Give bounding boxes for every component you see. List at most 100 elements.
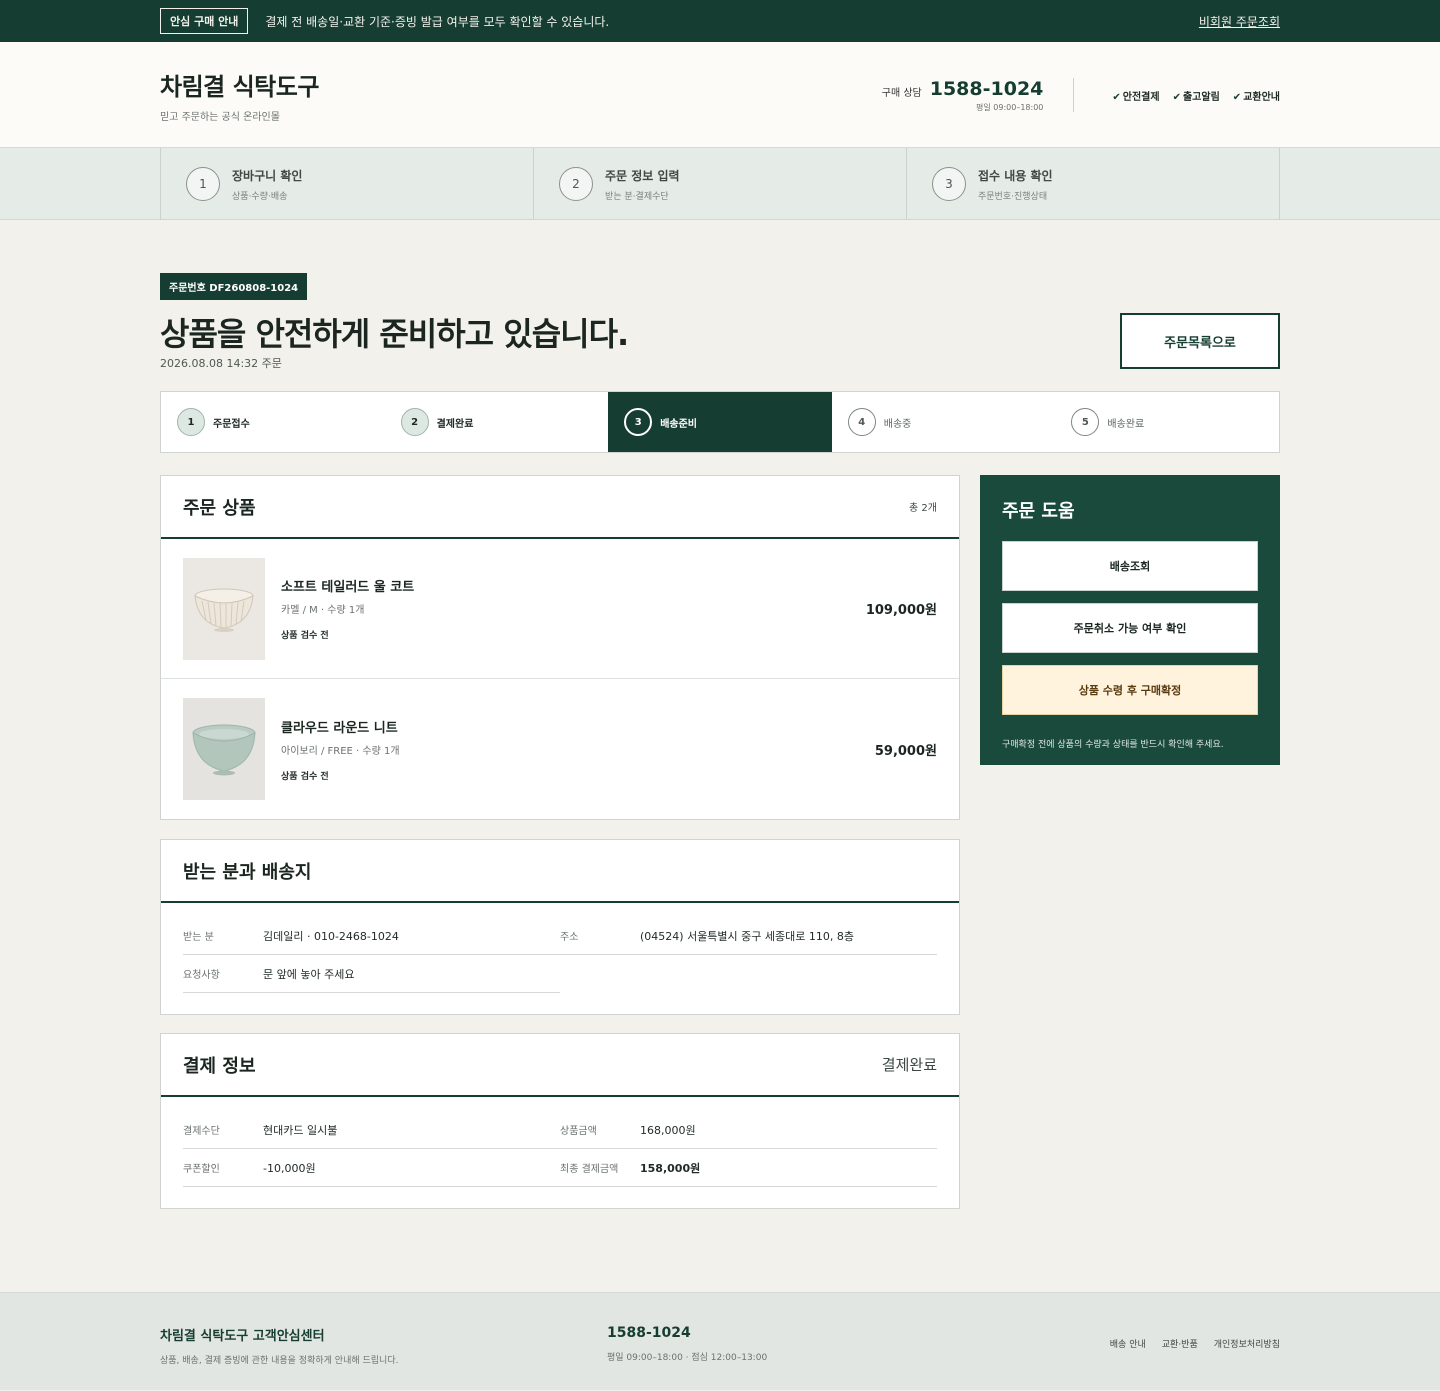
- order-number-badge: 주문번호 DF260808-1024: [160, 273, 308, 300]
- card-title: 주문 상품: [183, 497, 256, 519]
- final-amount-row: 최종 결제금액 158,000원: [560, 1149, 937, 1187]
- step-title: 장바구니 확인: [232, 168, 303, 183]
- progress-step-preparing: 3 배송준비: [608, 392, 832, 452]
- progress-step-number: 4: [847, 408, 876, 436]
- shipping-info-card: 받는 분과 배송지 받는 분 김데일리 · 010-2468-1024 주소 (…: [160, 839, 960, 1015]
- order-list-button[interactable]: 주문목록으로: [1120, 313, 1280, 369]
- site-footer: 차림결 식탁도구 고객안심센터 상품, 배송, 결제 증빙에 관한 내용을 정확…: [0, 1292, 1440, 1390]
- recipient-row: 받는 분 김데일리 · 010-2468-1024: [183, 917, 560, 955]
- product-status: 상품 검수 전: [281, 771, 329, 782]
- card-title: 결제 정보: [183, 1055, 256, 1077]
- help-title: 주문 도움: [1002, 501, 1075, 522]
- product-count: 총 2개: [909, 503, 937, 514]
- contact-label: 구매 상담: [881, 87, 922, 99]
- address-value: (04524) 서울특별시 중구 세종대로 110, 8층: [640, 929, 854, 943]
- track-delivery-button[interactable]: 배송조회: [1002, 541, 1258, 591]
- check-icon: ✔: [1232, 91, 1242, 103]
- checkout-step-confirm: 3 접수 내용 확인 주문번호·진행상태: [907, 148, 1280, 220]
- product-price: 59,000원: [874, 743, 937, 759]
- card-title: 받는 분과 배송지: [183, 861, 312, 883]
- step-subtitle: 받는 분·결제수단: [605, 191, 669, 202]
- progress-step-number: 5: [1071, 408, 1100, 436]
- cancel-eligibility-button[interactable]: 주문취소 가능 여부 확인: [1002, 603, 1258, 653]
- request-value: 문 앞에 놓아 주세요: [263, 967, 355, 981]
- product-image[interactable]: [183, 557, 265, 660]
- payment-method-value: 현대카드 일시불: [263, 1123, 338, 1137]
- order-date: 2026.08.08 14:32 주문: [160, 357, 282, 370]
- checkout-step-cart: 1 장바구니 확인 상품·수량·배송: [161, 148, 534, 220]
- checkout-step-info: 2 주문 정보 입력 받는 분·결제수단: [534, 148, 907, 220]
- product-option: 아이보리 / FREE · 수량 1개: [281, 745, 400, 757]
- step-number: 2: [559, 167, 593, 201]
- contact-hours: 평일 09:00–18:00: [976, 102, 1044, 112]
- order-products-card: 주문 상품 총 2개 소프트 테일러드 울 코트 카멜 / M · 수량 1개 …: [160, 475, 960, 820]
- confirm-purchase-button[interactable]: 상품 수령 후 구매확정: [1002, 665, 1258, 715]
- site-header: 차림결 식탁도구 믿고 주문하는 공식 온라인몰 구매 상담 1588-1024…: [0, 42, 1440, 148]
- notice-text: 결제 전 배송일·교환 기준·증빙 발급 여부를 모두 확인할 수 있습니다.: [265, 14, 610, 29]
- main-content: 주문번호 DF260808-1024 상품을 안전하게 준비하고 있습니다. 2…: [160, 220, 1280, 1290]
- trust-check-item: ✔ 출고알림: [1172, 91, 1220, 103]
- step-number: 1: [186, 167, 220, 201]
- progress-step-paid: 2 결제완료: [385, 392, 609, 452]
- footer-link-returns[interactable]: 교환·반품: [1162, 1337, 1198, 1350]
- progress-step-number: 2: [400, 408, 429, 436]
- checkout-steps: 1 장바구니 확인 상품·수량·배송 2 주문 정보 입력 받는 분·결제수단 …: [0, 148, 1440, 220]
- footer-phone: 1588-1024: [607, 1325, 691, 1341]
- progress-step-label: 배송완료: [1107, 418, 1145, 430]
- brand-tagline: 믿고 주문하는 공식 온라인몰: [160, 112, 280, 123]
- delivery-progress: 1 주문접수 2 결제완료 3 배송준비 4 배송중 5 배송완료: [160, 391, 1280, 453]
- progress-step-label: 배송중: [883, 418, 912, 430]
- payment-info-card: 결제 정보 결제완료 결제수단 현대카드 일시불 상품금액 168,000원 쿠…: [160, 1033, 960, 1209]
- check-icon: ✔: [1172, 91, 1181, 103]
- progress-step-shipping: 4 배송중: [832, 392, 1056, 452]
- footer-description: 상품, 배송, 결제 증빙에 관한 내용을 정확하게 안내해 드립니다.: [160, 1356, 399, 1366]
- help-note: 구매확정 전에 상품의 수량과 상태를 반드시 확인해 주세요.: [1002, 740, 1224, 750]
- progress-step-number: 1: [177, 408, 205, 436]
- footer-brand: 차림결 식탁도구 고객안심센터: [160, 1329, 325, 1344]
- celadon-bowl-icon: [192, 724, 256, 776]
- safe-purchase-badge: 안심 구매 안내: [160, 8, 249, 34]
- footer-links: 배송 안내 교환·반품 개인정보처리방침: [1110, 1337, 1280, 1350]
- purchase-contact: 구매 상담 1588-1024 평일 09:00–18:00: [882, 78, 1044, 113]
- brand-block[interactable]: 차림결 식탁도구 믿고 주문하는 공식 온라인몰: [160, 67, 319, 123]
- footer-link-shipping[interactable]: 배송 안내: [1110, 1337, 1146, 1350]
- list-item: 소프트 테일러드 울 코트 카멜 / M · 수량 1개 상품 검수 전 109…: [161, 539, 959, 679]
- product-price: 109,000원: [865, 603, 937, 618]
- trust-check-item: ✔ 안전결제: [1112, 91, 1160, 103]
- footer-link-privacy[interactable]: 개인정보처리방침: [1214, 1337, 1280, 1350]
- address-row: 주소 (04524) 서울특별시 중구 세종대로 110, 8층: [560, 917, 937, 955]
- progress-step-label: 배송준비: [660, 418, 697, 430]
- product-image[interactable]: [183, 698, 265, 800]
- payment-status: 결제완료: [881, 1056, 937, 1074]
- top-notice-bar: 안심 구매 안내 결제 전 배송일·교환 기준·증빙 발급 여부를 모두 확인할…: [0, 0, 1440, 42]
- trust-checks: ✔ 안전결제 ✔ 출고알림 ✔ 교환안내: [1112, 88, 1280, 103]
- payment-method-row: 결제수단 현대카드 일시불: [183, 1111, 560, 1149]
- page-title: 상품을 안전하게 준비하고 있습니다.: [160, 315, 629, 353]
- final-amount-value: 158,000원: [640, 1161, 701, 1175]
- progress-step-label: 결제완료: [436, 418, 474, 430]
- footer-hours: 평일 09:00–18:00 · 점심 12:00–13:00: [607, 1353, 768, 1363]
- step-title: 접수 내용 확인: [978, 168, 1053, 183]
- progress-step-received: 1 주문접수: [161, 392, 385, 452]
- ribbed-bowl-icon: [194, 588, 254, 632]
- step-number: 3: [932, 167, 966, 201]
- product-name[interactable]: 소프트 테일러드 울 코트: [281, 576, 414, 595]
- product-amount-value: 168,000원: [640, 1123, 696, 1137]
- step-subtitle: 상품·수량·배송: [232, 191, 288, 202]
- progress-step-number: 3: [624, 408, 653, 436]
- recipient-value: 김데일리 · 010-2468-1024: [263, 929, 399, 943]
- guest-order-lookup-link[interactable]: 비회원 주문조회: [1199, 13, 1280, 30]
- progress-step-delivered: 5 배송완료: [1055, 392, 1279, 452]
- product-status: 상품 검수 전: [281, 631, 329, 641]
- order-help-panel: 주문 도움 배송조회 주문취소 가능 여부 확인 상품 수령 후 구매확정 구매…: [980, 475, 1280, 765]
- product-name[interactable]: 클라우드 라운드 니트: [281, 717, 400, 736]
- check-icon: ✔: [1112, 91, 1121, 103]
- coupon-row: 쿠폰할인 -10,000원: [183, 1149, 560, 1187]
- progress-step-label: 주문접수: [213, 418, 250, 430]
- list-item: 클라우드 라운드 니트 아이보리 / FREE · 수량 1개 상품 검수 전 …: [161, 679, 959, 819]
- product-amount-row: 상품금액 168,000원: [560, 1111, 937, 1149]
- header-divider: [1073, 78, 1075, 112]
- trust-check-item: ✔ 교환안내: [1232, 91, 1280, 103]
- contact-phone: 1588-1024: [929, 77, 1044, 100]
- step-title: 주문 정보 입력: [605, 168, 680, 183]
